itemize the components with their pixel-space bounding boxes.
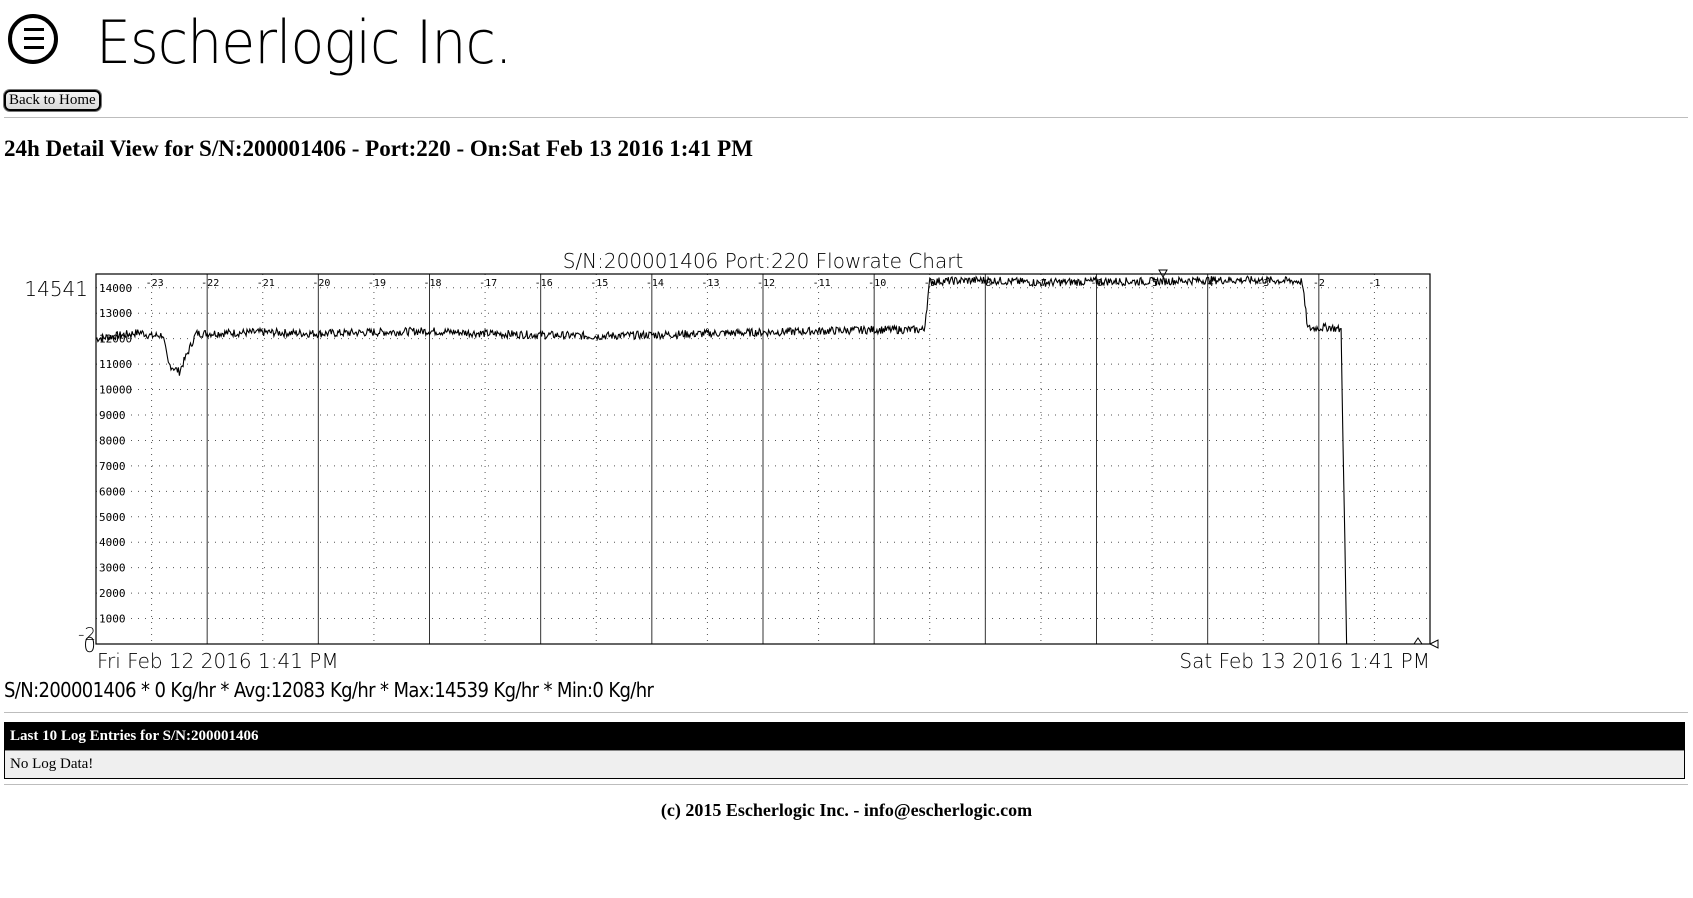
y-tick-label: 14000 (99, 282, 132, 295)
y-tick-label: 7000 (99, 460, 126, 473)
x-start-label: Fri Feb 12 2016 1:41 PM (97, 649, 339, 673)
x-axis-arrow-icon (1428, 639, 1439, 649)
log-empty-message: No Log Data! (5, 750, 1684, 778)
x-hour-tick-label: -10 (868, 278, 886, 289)
log-table-header: Last 10 Log Entries for S/N:200001406 (5, 723, 1684, 750)
x-hour-tick-label: -23 (146, 278, 164, 289)
log-table: Last 10 Log Entries for S/N:200001406 No… (4, 722, 1685, 779)
x-hour-tick-label: -14 (646, 278, 664, 289)
divider (4, 784, 1688, 785)
x-hour-tick-label: -19 (368, 278, 386, 289)
chart-ticks: 1000 2000 3000 4000 5000 6000 7000 8000 9000 1000… (99, 278, 1380, 626)
x-hour-tick-label: -20 (312, 278, 330, 289)
y-tick-label: 9000 (99, 409, 126, 422)
x-hour-tick-label: -21 (257, 278, 275, 289)
site-header: Escherlogic Inc. (4, 0, 604, 92)
y-tick-label: 11000 (99, 358, 132, 371)
divider (4, 117, 1688, 118)
x-hour-tick-label: -17 (479, 278, 497, 289)
x-hour-tick-label: -11 (813, 278, 831, 289)
y-tick-label: 8000 (99, 434, 126, 447)
x-hour-tick-label: -13 (701, 278, 719, 289)
flowrate-chart: S/N:200001406 Port:220 Flowrate Chart 14… (0, 245, 1560, 715)
flowrate-chart-svg: S/N:200001406 Port:220 Flowrate Chart 14… (24, 249, 1439, 673)
y-tick-label: 13000 (99, 307, 132, 320)
x-end-label: Sat Feb 13 2016 1:41 PM (1179, 649, 1430, 673)
y-tick-label: 10000 (99, 384, 132, 397)
x-hour-tick-label: -18 (424, 278, 442, 289)
divider (4, 712, 1688, 713)
company-name: Escherlogic Inc. (96, 8, 512, 78)
y-min-label: 0 (83, 633, 96, 657)
escherlogic-logo-icon (8, 14, 58, 64)
y-tick-label: 5000 (99, 511, 126, 524)
x-hour-tick-label: -12 (757, 278, 775, 289)
x-hour-tick-label: -1 (1368, 278, 1380, 289)
flow-stats: S/N:200001406 * 0 Kg/hr * Avg:12083 Kg/h… (4, 678, 654, 702)
y-tick-label: 4000 (99, 536, 126, 549)
y-tick-label: 3000 (99, 562, 126, 575)
y-tick-label: 2000 (99, 587, 126, 600)
footer-copyright: (c) 2015 Escherlogic Inc. - info@escherl… (660, 800, 1033, 820)
x-hour-tick-label: -22 (201, 278, 219, 289)
chart-title: S/N:200001406 Port:220 Flowrate Chart (563, 249, 964, 273)
y-max-label: 14541 (24, 277, 88, 301)
y-tick-label: 1000 (99, 613, 126, 626)
min-marker-icon (1413, 637, 1423, 645)
page-title: 24h Detail View for S/N:200001406 - Port… (4, 136, 753, 161)
y-tick-label: 6000 (99, 485, 126, 498)
back-to-home-button[interactable]: Back to Home (4, 90, 101, 111)
x-hour-tick-label: -2 (1313, 278, 1325, 289)
x-hour-tick-label: -15 (590, 278, 608, 289)
x-hour-tick-label: -16 (535, 278, 553, 289)
chart-grid (96, 274, 1430, 644)
